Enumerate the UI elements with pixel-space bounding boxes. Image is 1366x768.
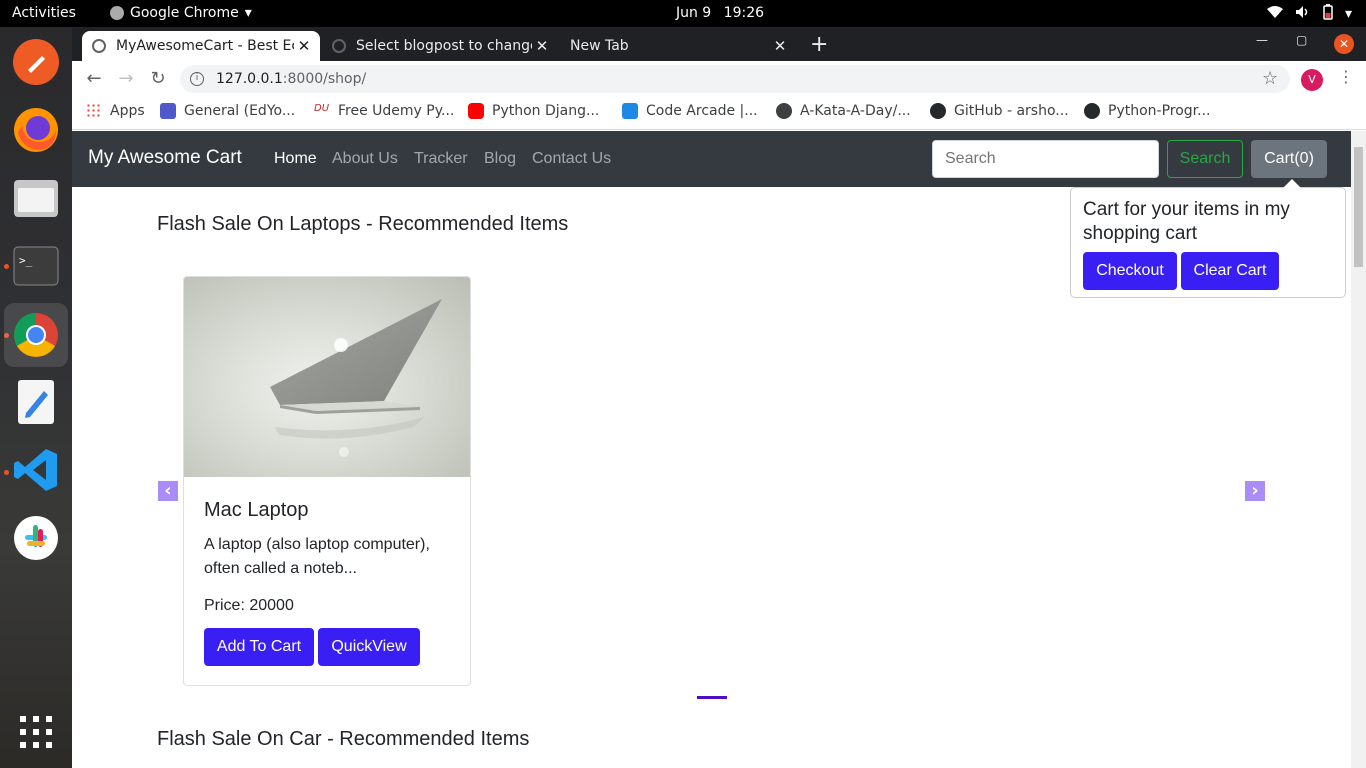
tab-title: Select blogpost to change xyxy=(356,38,532,54)
github-icon xyxy=(1084,103,1100,119)
checkout-button[interactable]: Checkout xyxy=(1083,252,1177,290)
minimize-icon[interactable]: — xyxy=(1256,33,1268,47)
clock[interactable]: Jun 9 19:26 xyxy=(0,5,1366,21)
youtube-icon xyxy=(468,103,484,119)
nav-tracker[interactable]: Tracker xyxy=(414,150,468,168)
nav-blog[interactable]: Blog xyxy=(484,150,516,168)
bookmark-general[interactable]: General (EdYo... xyxy=(160,103,295,119)
address-bar[interactable]: i 127.0.0.1:8000/shop/ xyxy=(180,65,1290,93)
bookmark-python-django[interactable]: Python Djang... xyxy=(468,103,599,119)
profile-avatar[interactable]: V xyxy=(1301,69,1323,91)
chrome-icon[interactable] xyxy=(4,303,68,367)
back-arrow-icon[interactable]: ← xyxy=(82,68,106,89)
quickview-button[interactable]: QuickView xyxy=(318,628,420,666)
site-navbar: My Awesome Cart Home About Us Tracker Bl… xyxy=(72,131,1351,187)
bookmark-python-progr[interactable]: Python-Progr... xyxy=(1084,103,1211,119)
search-input[interactable] xyxy=(932,140,1159,178)
postman-icon[interactable] xyxy=(11,37,61,87)
forward-arrow-icon[interactable]: → xyxy=(114,68,138,89)
scrollbar-thumb[interactable] xyxy=(1354,147,1363,267)
firefox-icon[interactable] xyxy=(11,105,61,155)
section-title-laptops: Flash Sale On Laptops - Recommended Item… xyxy=(157,213,569,235)
volume-icon xyxy=(1295,5,1311,23)
show-apps-grid-icon[interactable] xyxy=(11,707,61,757)
section-title-car: Flash Sale On Car - Recommended Items xyxy=(157,728,530,750)
close-tab-icon[interactable]: ✕ xyxy=(532,37,552,55)
chrome-window: MyAwesomeCart - Best Ec ✕ Select blogpos… xyxy=(72,27,1366,768)
bookmark-udemy[interactable]: DU Free Udemy Py... xyxy=(314,103,454,119)
tab-new-tab[interactable]: New Tab ✕ xyxy=(560,31,796,61)
ubuntu-dock: >_ xyxy=(0,27,72,768)
product-title: Mac Laptop xyxy=(204,499,309,521)
system-menu-caret-icon: ▾ xyxy=(1344,6,1352,22)
add-to-cart-button[interactable]: Add To Cart xyxy=(204,628,314,666)
clear-cart-button[interactable]: Clear Cart xyxy=(1181,252,1279,290)
nav-home[interactable]: Home xyxy=(274,150,317,168)
tab-title: MyAwesomeCart - Best Ec xyxy=(116,38,294,54)
wifi-icon xyxy=(1266,5,1283,23)
teams-icon xyxy=(160,103,176,119)
popover-text: Cart for your items in my shopping cart xyxy=(1083,199,1290,244)
reload-icon[interactable]: ↻ xyxy=(146,68,170,89)
search-button[interactable]: Search xyxy=(1167,140,1243,178)
carousel-prev-icon[interactable]: ‹ xyxy=(158,481,178,501)
clock-date: Jun 9 xyxy=(675,5,712,21)
tab-title: New Tab xyxy=(570,38,629,54)
popover-arrow xyxy=(1283,179,1301,188)
github-icon xyxy=(930,103,946,119)
globe-icon xyxy=(92,39,106,53)
product-price: Price: 20000 xyxy=(204,597,294,614)
close-tab-icon[interactable]: ✕ xyxy=(294,37,314,55)
bookmark-github-arsho[interactable]: GitHub - arsho... xyxy=(930,103,1069,119)
bookmark-a-kata[interactable]: A-Kata-A-Day/... xyxy=(776,103,911,119)
tab-strip: MyAwesomeCart - Best Ec ✕ Select blogpos… xyxy=(72,27,1366,61)
url-path: :8000/shop/ xyxy=(282,71,367,87)
chrome-menu-icon[interactable]: ⋮ xyxy=(1338,67,1354,86)
product-image xyxy=(184,277,470,477)
bookmark-star-icon[interactable]: ☆ xyxy=(1262,68,1278,89)
terminal-icon[interactable]: >_ xyxy=(11,241,61,291)
carousel-indicator[interactable] xyxy=(697,696,727,699)
files-icon[interactable] xyxy=(11,173,61,223)
bookmark-apps[interactable]: Apps xyxy=(86,103,145,119)
system-top-bar: Activities Google Chrome ▾ Jun 9 19:26 ▾ xyxy=(0,0,1366,27)
tab-blogpost[interactable]: Select blogpost to change ✕ xyxy=(322,31,558,61)
new-tab-plus-icon[interactable]: + xyxy=(810,32,828,57)
code-arcade-icon xyxy=(622,103,638,119)
browser-toolbar: ← → ↻ i 127.0.0.1:8000/shop/ xyxy=(72,61,1366,97)
page-scrollbar[interactable] xyxy=(1351,131,1366,768)
bookmark-code-arcade[interactable]: Code Arcade |... xyxy=(622,103,758,119)
nav-contact-us[interactable]: Contact Us xyxy=(532,150,611,168)
svg-text:>_: >_ xyxy=(19,254,33,267)
nav-about-us[interactable]: About Us xyxy=(332,150,398,168)
site-brand[interactable]: My Awesome Cart xyxy=(88,147,242,169)
system-tray[interactable]: ▾ xyxy=(1266,4,1352,24)
cart-button[interactable]: Cart(0) xyxy=(1251,140,1327,178)
udemy-icon: DU xyxy=(314,103,330,119)
tab-myawesomecart[interactable]: MyAwesomeCart - Best Ec ✕ xyxy=(82,31,320,61)
loading-icon xyxy=(332,39,346,53)
apps-grid-icon xyxy=(86,103,102,119)
carousel-next-icon[interactable]: › xyxy=(1245,481,1265,501)
product-description: A laptop (also laptop computer), often c… xyxy=(204,536,430,577)
site-info-icon[interactable]: i xyxy=(190,72,204,86)
text-editor-icon[interactable] xyxy=(11,377,61,427)
bookmarks-bar: Apps General (EdYo... DU Free Udemy Py..… xyxy=(72,97,1366,130)
slack-icon[interactable] xyxy=(11,513,61,563)
web-page: My Awesome Cart Home About Us Tracker Bl… xyxy=(72,131,1351,768)
product-card: Mac Laptop A laptop (also laptop compute… xyxy=(183,276,471,686)
clock-time: 19:26 xyxy=(723,5,765,21)
vscode-icon[interactable] xyxy=(11,445,61,495)
globe-icon xyxy=(776,103,792,119)
cart-popover: Cart for your items in my shopping cart … xyxy=(1070,179,1346,298)
url-host: 127.0.0.1 xyxy=(216,71,283,87)
maximize-icon[interactable]: ▢ xyxy=(1296,33,1307,47)
battery-icon xyxy=(1323,4,1333,24)
window-close-icon[interactable]: ✕ xyxy=(1334,34,1354,54)
close-tab-icon[interactable]: ✕ xyxy=(770,37,790,55)
